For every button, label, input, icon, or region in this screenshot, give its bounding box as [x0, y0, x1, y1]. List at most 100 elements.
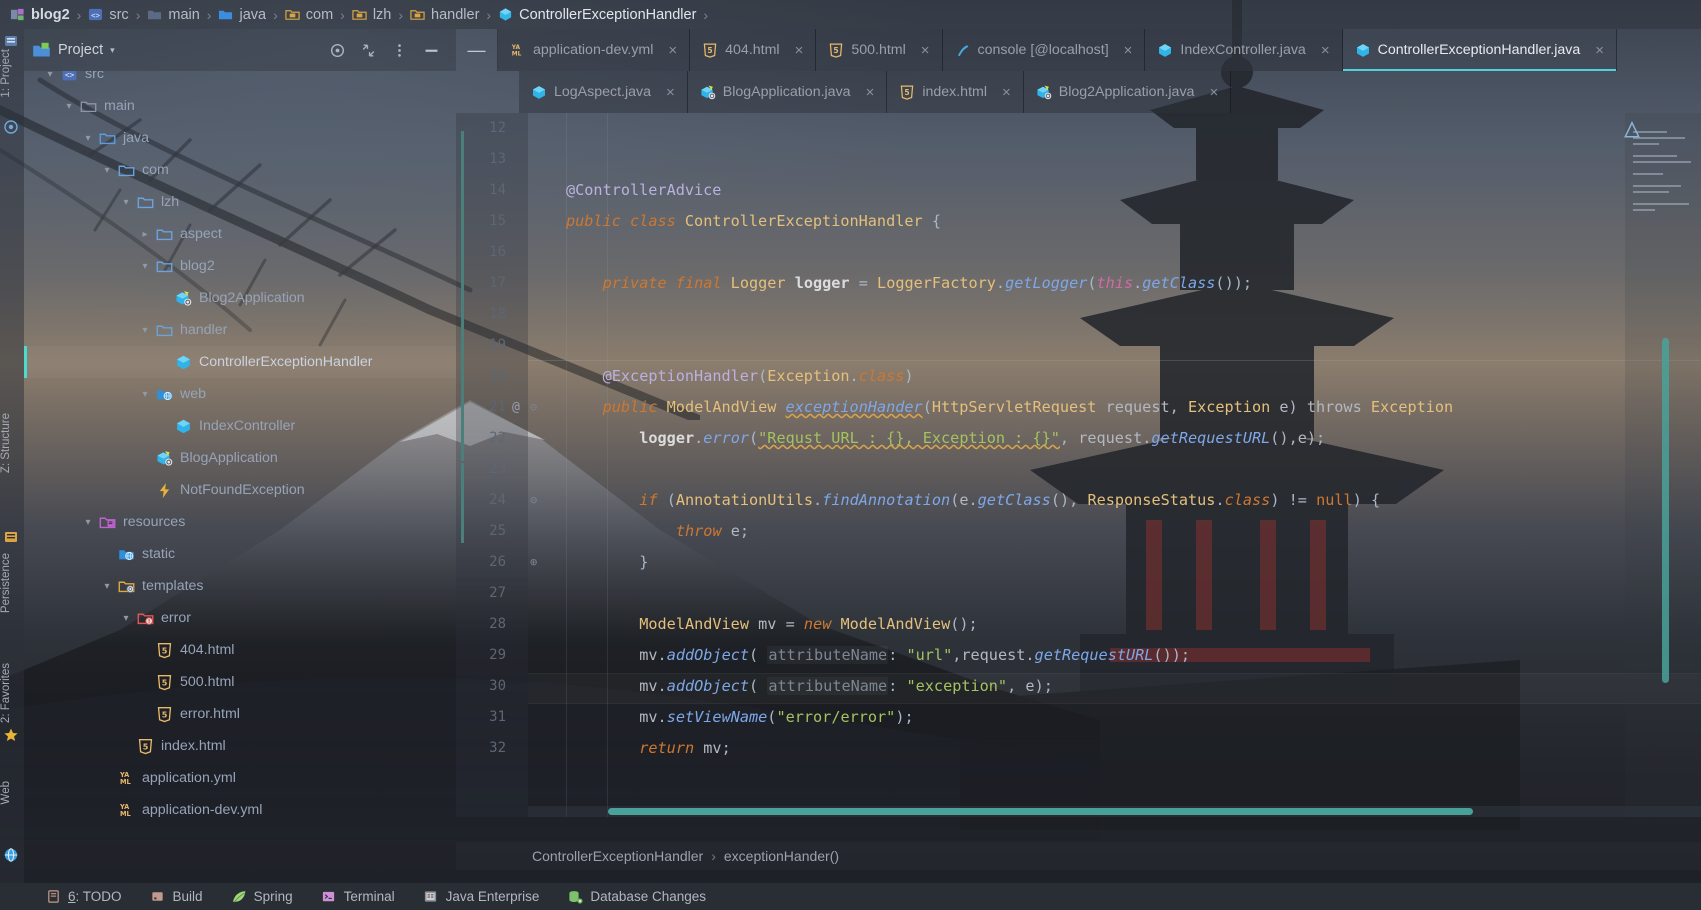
- code-line[interactable]: 24 ⊖ if (AnnotationUtils.findAnnotation(e…: [456, 485, 1701, 516]
- project-tree[interactable]: ▾ <> src ▾ main ▾ java ▾ com ▾ lzh ▸ aspect ▾ blog2 Blo…: [24, 71, 456, 883]
- tree-item-blogapplication[interactable]: BlogApplication: [24, 442, 456, 474]
- close-tab-icon[interactable]: ×: [921, 42, 930, 59]
- editor-breadcrumb-method[interactable]: exceptionHander(): [724, 848, 839, 864]
- tree-item-error[interactable]: ▾ error: [24, 602, 456, 634]
- tree-item-404-html[interactable]: 5 404.html: [24, 634, 456, 666]
- breadcrumb-item-4[interactable]: com: [285, 7, 333, 23]
- chevron-down-icon[interactable]: ▾: [135, 261, 155, 272]
- code-line[interactable]: 31 mv.setViewName("error/error");: [456, 702, 1701, 733]
- editor-tab-blog2application-java[interactable]: Blog2Application.java ×: [1023, 71, 1232, 113]
- code-line[interactable]: 19: [456, 330, 1701, 361]
- chevron-down-icon[interactable]: ▾: [135, 389, 155, 400]
- code-line[interactable]: 12: [456, 113, 1701, 144]
- chevron-down-icon[interactable]: ▾: [116, 197, 136, 208]
- code-line[interactable]: 28 ModelAndView mv = new ModelAndView();: [456, 609, 1701, 640]
- close-tab-icon[interactable]: ×: [1002, 84, 1011, 101]
- editor-breadcrumb-class[interactable]: ControllerExceptionHandler: [532, 848, 703, 864]
- editor-horizontal-scrollbar-track[interactable]: [528, 806, 1701, 817]
- chevron-down-icon[interactable]: ▾: [40, 71, 60, 80]
- editor-tab-indexcontroller-java[interactable]: IndexController.java ×: [1145, 29, 1343, 71]
- hide-editor-tabs-button[interactable]: —: [456, 29, 498, 71]
- close-tab-icon[interactable]: ×: [1209, 84, 1218, 101]
- chevron-down-icon[interactable]: ▾: [97, 581, 117, 592]
- sidebar-tab-project[interactable]: 1: Project: [0, 45, 24, 102]
- editor-tab-500-html[interactable]: 5 500.html ×: [816, 29, 943, 71]
- tree-item-indexcontroller[interactable]: IndexController: [24, 410, 456, 442]
- close-tab-icon[interactable]: ×: [666, 84, 675, 101]
- status-item-java-enterprise[interactable]: Java Enterprise: [423, 889, 539, 905]
- more-options-icon[interactable]: [391, 42, 408, 59]
- close-tab-icon[interactable]: ×: [795, 42, 804, 59]
- breadcrumb-item-5[interactable]: lzh: [352, 7, 391, 23]
- code-line[interactable]: 23: [456, 454, 1701, 485]
- tree-item-static[interactable]: static: [24, 538, 456, 570]
- editor-horizontal-scrollbar[interactable]: [608, 808, 1473, 815]
- close-tab-icon[interactable]: ×: [866, 84, 875, 101]
- inspection-widget[interactable]: [1623, 121, 1641, 139]
- code-editor[interactable]: 12 13 14 @ControllerAdvice 15 public class Co…: [456, 113, 1701, 817]
- locate-icon[interactable]: [329, 42, 346, 59]
- chevron-down-icon[interactable]: ▾: [78, 133, 98, 144]
- collapse-all-icon[interactable]: [360, 42, 377, 59]
- tree-item-blog2application[interactable]: Blog2Application: [24, 282, 456, 314]
- editor-tab-index-html[interactable]: 5 index.html ×: [887, 71, 1024, 113]
- tree-item-com[interactable]: ▾ com: [24, 154, 456, 186]
- chevron-down-icon[interactable]: ▾: [135, 325, 155, 336]
- editor-tab-blogapplication-java[interactable]: BlogApplication.java ×: [687, 71, 888, 113]
- close-tab-icon[interactable]: ×: [1124, 42, 1133, 59]
- editor-tab-console-localhost-[interactable]: console [@localhost] ×: [942, 29, 1146, 71]
- tree-item-src[interactable]: ▾ <> src: [24, 71, 456, 90]
- sidebar-tab-favorites[interactable]: 2: Favorites: [0, 659, 24, 727]
- fold-region-icon[interactable]: ⊕: [530, 547, 537, 578]
- chevron-down-icon[interactable]: ▾: [116, 613, 136, 624]
- code-line[interactable]: 25 throw e;: [456, 516, 1701, 547]
- status-item-6-todo[interactable]: 6: TODO: [45, 889, 122, 905]
- sidebar-tab-web[interactable]: Web: [0, 777, 24, 808]
- tree-item-resources[interactable]: ▾ resources: [24, 506, 456, 538]
- tree-item-notfoundexception[interactable]: NotFoundException: [24, 474, 456, 506]
- chevron-down-icon[interactable]: ▾: [97, 165, 117, 176]
- tree-item-lzh[interactable]: ▾ lzh: [24, 186, 456, 218]
- sidebar-tab-persistence[interactable]: Persistence: [0, 549, 24, 617]
- editor-tab-logaspect-java[interactable]: LogAspect.java ×: [519, 71, 688, 113]
- status-item-spring[interactable]: Spring: [231, 889, 293, 905]
- tree-item-blog2[interactable]: ▾ blog2: [24, 250, 456, 282]
- status-item-terminal[interactable]: Terminal: [321, 889, 395, 905]
- tree-item-web[interactable]: ▾ web: [24, 378, 456, 410]
- code-line[interactable]: 17 private final Logger logger = LoggerF…: [456, 268, 1701, 299]
- tree-item-500-html[interactable]: 5 500.html: [24, 666, 456, 698]
- code-line[interactable]: 29 mv.addObject( attributeName: "url",re…: [456, 640, 1701, 671]
- breadcrumb-item-2[interactable]: main: [147, 7, 200, 23]
- code-line[interactable]: 27: [456, 578, 1701, 609]
- fold-region-icon[interactable]: ⊖: [530, 392, 537, 423]
- code-line[interactable]: 21 @ ⊖ public ModelAndView exceptionHander…: [456, 392, 1701, 423]
- editor-tab-404-html[interactable]: 5 404.html ×: [690, 29, 817, 71]
- chevron-right-icon[interactable]: ▸: [135, 229, 155, 240]
- tree-item-aspect[interactable]: ▸ aspect: [24, 218, 456, 250]
- breadcrumb-item-3[interactable]: java: [218, 7, 266, 23]
- code-line[interactable]: 20 @ExceptionHandler(Exception.class): [456, 361, 1701, 392]
- code-lines[interactable]: 12 13 14 @ControllerAdvice 15 public class Co…: [456, 113, 1701, 764]
- hide-panel-icon[interactable]: [422, 41, 441, 60]
- close-tab-icon[interactable]: ×: [668, 42, 677, 59]
- code-minimap[interactable]: [1625, 113, 1701, 817]
- tree-item-java[interactable]: ▾ java: [24, 122, 456, 154]
- editor-tab-controllerexceptionhandler-java[interactable]: ControllerExceptionHandler.java ×: [1342, 29, 1618, 71]
- sidebar-tab-structure[interactable]: Z: Structure: [0, 409, 24, 477]
- tree-item-handler[interactable]: ▾ handler: [24, 314, 456, 346]
- code-line[interactable]: 14 @ControllerAdvice: [456, 175, 1701, 206]
- chevron-down-icon[interactable]: ▾: [59, 101, 79, 112]
- tree-item-error-html[interactable]: 5 error.html: [24, 698, 456, 730]
- gutter-annotation-icon[interactable]: @: [512, 392, 520, 423]
- code-line[interactable]: 22 logger.error("Requst URL : {}, Except…: [456, 423, 1701, 454]
- chevron-down-icon[interactable]: ▾: [110, 45, 115, 56]
- code-line[interactable]: 13: [456, 144, 1701, 175]
- tree-item-application-dev-yml[interactable]: YA ML application-dev.yml: [24, 794, 456, 826]
- tree-item-application-yml[interactable]: YA ML application.yml: [24, 762, 456, 794]
- tree-item-index-html[interactable]: 5 index.html: [24, 730, 456, 762]
- breadcrumb-item-0[interactable]: blog2: [10, 7, 70, 23]
- code-line[interactable]: 26 ⊕ }: [456, 547, 1701, 578]
- editor-tab-application-dev-yml[interactable]: YA ML application-dev.yml ×: [498, 29, 691, 71]
- code-line[interactable]: 30 mv.addObject( attributeName: "excepti…: [456, 671, 1701, 702]
- status-item-database-changes[interactable]: Database Changes: [567, 889, 706, 905]
